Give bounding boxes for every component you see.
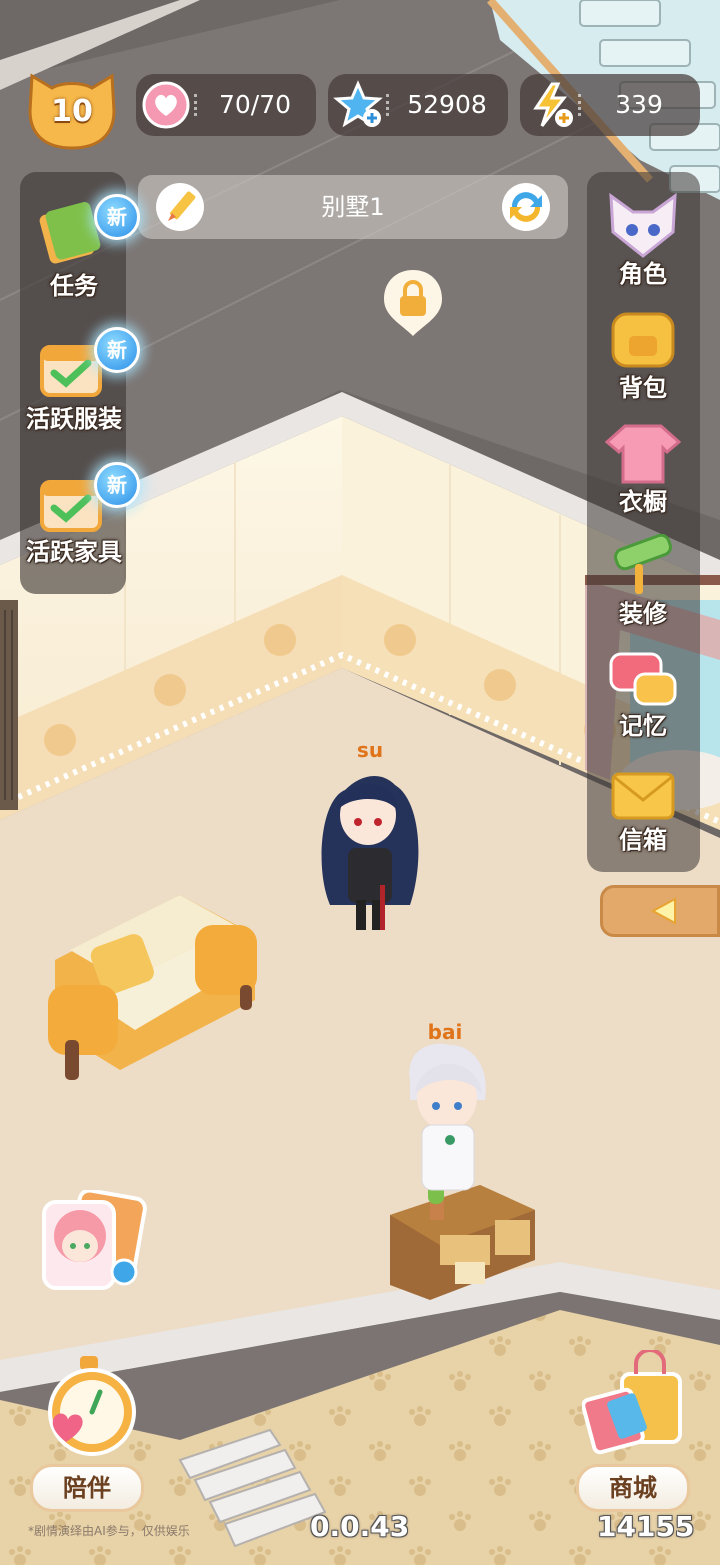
mailbox-label: 信箱 bbox=[619, 826, 667, 854]
character-su-name[interactable]: su bbox=[340, 738, 400, 762]
shop-label: 商城 bbox=[576, 1464, 690, 1512]
active-furniture-label: 活跃家具 bbox=[26, 538, 122, 566]
companion-label: 陪伴 bbox=[30, 1464, 144, 1512]
shop-button[interactable]: 商城 bbox=[576, 1350, 691, 1512]
backpack-label: 背包 bbox=[619, 374, 667, 402]
ai-disclaimer: *剧情演绎由AI参与，仅供娱乐 bbox=[28, 1524, 190, 1538]
heart-icon bbox=[142, 81, 190, 129]
character-bai-name[interactable]: bai bbox=[415, 1020, 475, 1044]
backpack-icon bbox=[611, 312, 675, 368]
shop-number: 14155 bbox=[597, 1510, 695, 1543]
energy-value: 339 bbox=[615, 90, 663, 119]
level-number: 10 bbox=[51, 94, 93, 129]
tasks-new-badge: 新 bbox=[94, 194, 140, 240]
active-furniture-button[interactable]: 新 活跃家具 bbox=[20, 460, 140, 570]
collapse-menu-button[interactable] bbox=[600, 885, 720, 937]
hearts-value: 70/70 bbox=[218, 90, 292, 119]
character-label: 角色 bbox=[619, 260, 667, 288]
mailbox-button[interactable]: 信箱 bbox=[595, 762, 691, 858]
active-outfit-new-badge: 新 bbox=[94, 327, 140, 373]
shirt-icon bbox=[605, 424, 681, 484]
tasks-button[interactable]: 新 任务 bbox=[20, 190, 140, 300]
arrow-left-icon bbox=[650, 897, 676, 925]
character-switch-button[interactable] bbox=[40, 1188, 150, 1295]
paint-roller-icon bbox=[614, 534, 672, 594]
decorate-label: 装修 bbox=[619, 600, 667, 628]
avatar-card-icon bbox=[42, 1188, 147, 1290]
tasks-label: 任务 bbox=[50, 272, 98, 300]
backpack-button[interactable]: 背包 bbox=[595, 306, 691, 402]
companion-button[interactable]: 陪伴 bbox=[30, 1350, 145, 1512]
stars-value: 52908 bbox=[407, 90, 487, 119]
shopping-bag-icon bbox=[582, 1350, 682, 1455]
lock-icon[interactable] bbox=[380, 266, 446, 340]
lightning-plus-icon bbox=[533, 82, 573, 127]
active-outfit-button[interactable]: 新 活跃服装 bbox=[20, 325, 140, 435]
version-number: 0.0.43 bbox=[310, 1510, 410, 1543]
character-button[interactable]: 角色 bbox=[595, 192, 691, 288]
star-plus-icon bbox=[333, 80, 383, 128]
memory-label: 记忆 bbox=[619, 712, 667, 740]
energy-counter[interactable]: 339 bbox=[520, 74, 700, 136]
active-outfit-label: 活跃服装 bbox=[26, 405, 122, 433]
stars-counter[interactable]: 52908 bbox=[328, 74, 508, 136]
active-furniture-new-badge: 新 bbox=[94, 462, 140, 508]
level-badge[interactable]: 10 bbox=[22, 66, 122, 150]
chat-bubbles-icon bbox=[609, 652, 677, 706]
room-title-bar: 别墅1 bbox=[138, 175, 568, 239]
pencil-icon[interactable] bbox=[154, 181, 206, 233]
fox-face-icon bbox=[609, 192, 677, 258]
envelope-icon bbox=[611, 772, 675, 820]
decorate-button[interactable]: 装修 bbox=[595, 534, 691, 630]
stopwatch-heart-icon bbox=[48, 1356, 136, 1456]
hearts-counter[interactable]: 70/70 bbox=[136, 74, 316, 136]
wardrobe-label: 衣橱 bbox=[619, 488, 667, 516]
memory-button[interactable]: 记忆 bbox=[595, 648, 691, 744]
wardrobe-button[interactable]: 衣橱 bbox=[595, 420, 691, 516]
switch-room-icon[interactable] bbox=[500, 181, 552, 233]
